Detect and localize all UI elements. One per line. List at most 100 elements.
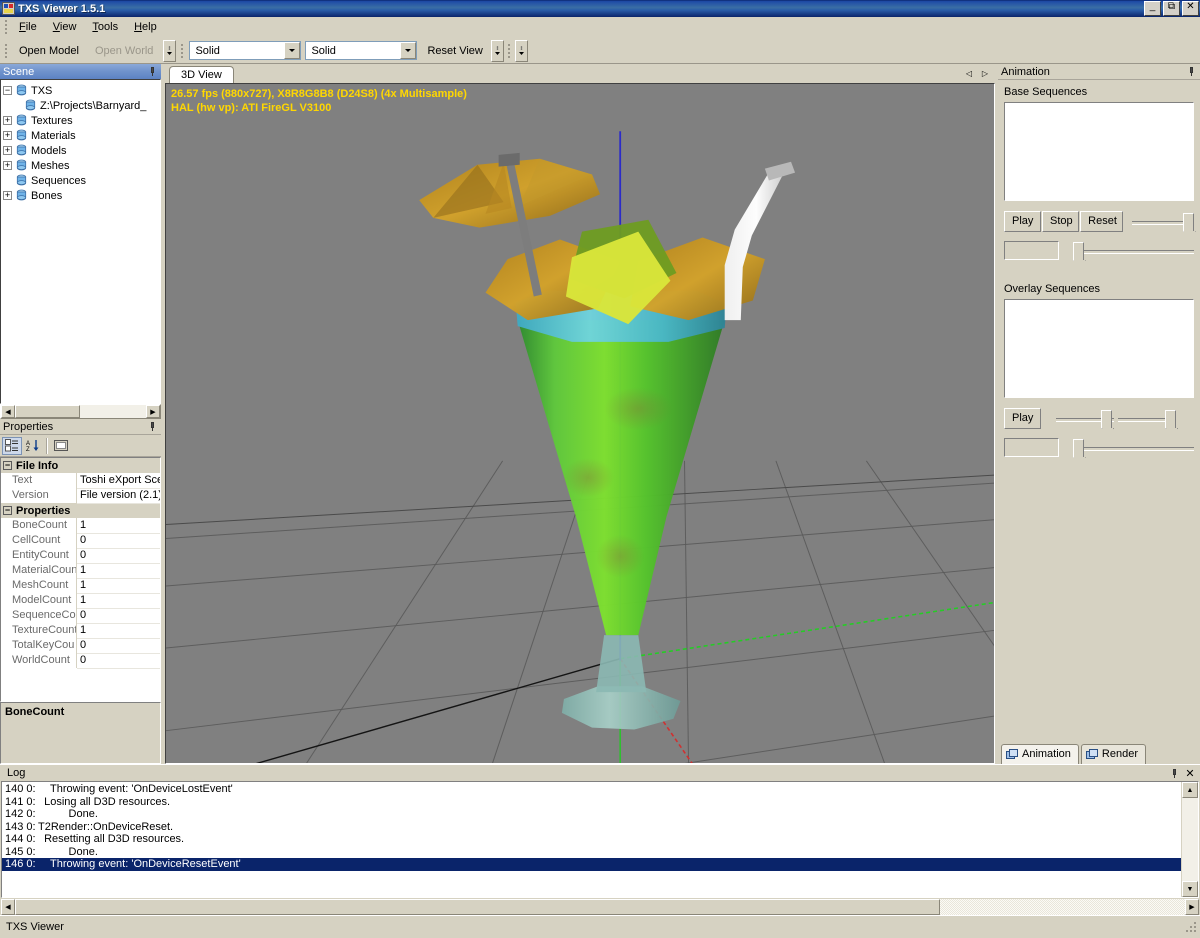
log-line[interactable]: 146 0: Throwing event: 'OnDeviceResetEve…: [2, 858, 1181, 871]
slider-thumb[interactable]: [1183, 213, 1194, 232]
property-pages-icon[interactable]: [51, 437, 71, 455]
property-row[interactable]: TotalKeyCou 0: [1, 638, 160, 654]
scroll-right-icon[interactable]: ▶: [1185, 899, 1199, 915]
render-mode-combo-2[interactable]: Solid: [305, 41, 418, 60]
toolbar-drag-grip-3[interactable]: [506, 43, 513, 59]
property-category-row[interactable]: − File Info: [1, 458, 160, 473]
property-value[interactable]: Toshi eXport Scen: [77, 473, 160, 489]
property-value[interactable]: 1: [77, 623, 160, 639]
scene-tree-node[interactable]: Z:\Projects\Barnyard_: [3, 98, 158, 113]
scrollbar-track[interactable]: [1182, 798, 1198, 881]
property-value[interactable]: 1: [77, 593, 160, 609]
property-value[interactable]: 0: [77, 533, 160, 549]
pin-icon[interactable]: [1169, 768, 1183, 779]
alphabetical-sort-icon[interactable]: A Z: [23, 437, 43, 455]
toolbar-overflow-1[interactable]: [163, 39, 177, 62]
scroll-right-icon[interactable]: ▶: [146, 405, 160, 418]
property-value[interactable]: 0: [77, 608, 160, 624]
category-expander-icon[interactable]: −: [3, 461, 12, 470]
property-row[interactable]: CellCount 0: [1, 533, 160, 549]
tab-prev-icon[interactable]: ◁: [961, 65, 977, 82]
property-category-row[interactable]: − Properties: [1, 503, 160, 518]
base-stop-button[interactable]: Stop: [1042, 211, 1080, 232]
log-line[interactable]: 140 0: Throwing event: 'OnDeviceLostEven…: [2, 783, 1181, 796]
property-row[interactable]: BoneCount 1: [1, 518, 160, 534]
property-value[interactable]: 1: [77, 563, 160, 579]
resize-grip-icon[interactable]: [1184, 920, 1198, 934]
property-value[interactable]: 0: [77, 653, 160, 669]
property-grid[interactable]: −File InfoTextToshi eXport ScenVersionFi…: [0, 457, 161, 702]
log-line-list[interactable]: 140 0: Throwing event: 'OnDeviceLostEven…: [2, 782, 1181, 897]
menu-file[interactable]: File: [11, 19, 45, 35]
pin-icon[interactable]: [147, 421, 158, 432]
open-model-button[interactable]: Open Model: [11, 41, 87, 61]
tab-animation[interactable]: Animation: [1001, 744, 1079, 764]
property-row[interactable]: TextToshi eXport Scen: [1, 473, 160, 489]
close-icon[interactable]: ✕: [1183, 767, 1197, 780]
scene-tree-node[interactable]: Sequences: [3, 173, 158, 188]
property-row[interactable]: SequenceCo 0: [1, 608, 160, 624]
minimize-button[interactable]: _: [1144, 1, 1161, 16]
menu-view[interactable]: View: [45, 19, 85, 35]
scroll-up-icon[interactable]: ▲: [1182, 782, 1198, 798]
scroll-down-icon[interactable]: ▼: [1182, 881, 1198, 897]
property-row[interactable]: Version File version (2.1).: [1, 488, 160, 504]
log-line[interactable]: 144 0: Resetting all D3D resources.: [2, 833, 1181, 846]
property-value[interactable]: 1: [77, 578, 160, 594]
scrollbar-track[interactable]: [15, 405, 146, 418]
property-row[interactable]: WorldCount 0: [1, 653, 160, 669]
overlay-speed-slider-1[interactable]: [1056, 408, 1115, 429]
scene-tree-hscrollbar[interactable]: ◀ ▶: [0, 404, 161, 419]
render-mode-combo-1[interactable]: Solid: [189, 41, 302, 60]
log-line[interactable]: 145 0: Done.: [2, 846, 1181, 859]
property-value[interactable]: File version (2.1).: [77, 488, 160, 504]
scene-tree-node[interactable]: + Meshes: [3, 158, 158, 173]
menu-help[interactable]: Help: [126, 19, 165, 35]
log-vscrollbar[interactable]: ▲ ▼: [1181, 782, 1198, 897]
toolbar-drag-grip-1[interactable]: [2, 43, 9, 59]
log-line[interactable]: 141 0: Losing all D3D resources.: [2, 796, 1181, 809]
log-line[interactable]: 143 0: T2Render::OnDeviceReset.: [2, 821, 1181, 834]
tree-expander-icon[interactable]: +: [3, 131, 12, 140]
tree-expander-icon[interactable]: −: [3, 86, 12, 95]
property-value[interactable]: 0: [77, 548, 160, 564]
tab-render[interactable]: Render: [1080, 744, 1146, 764]
log-line[interactable]: 142 0: Done.: [2, 808, 1181, 821]
overlay-time-slider[interactable]: [1073, 437, 1194, 458]
property-row[interactable]: MeshCount 1: [1, 578, 160, 594]
base-speed-slider[interactable]: [1132, 211, 1194, 232]
base-time-slider[interactable]: [1073, 240, 1194, 261]
menu-drag-grip[interactable]: [2, 19, 9, 35]
tree-expander-icon[interactable]: +: [3, 146, 12, 155]
scroll-left-icon[interactable]: ◀: [1, 899, 15, 915]
property-value[interactable]: 1: [77, 518, 160, 534]
log-hscrollbar[interactable]: ◀ ▶: [1, 899, 1199, 915]
chevron-down-icon[interactable]: [400, 42, 417, 59]
slider-thumb[interactable]: [1073, 439, 1084, 458]
slider-thumb[interactable]: [1073, 242, 1084, 261]
slider-thumb[interactable]: [1101, 410, 1113, 429]
categorized-view-icon[interactable]: [2, 436, 22, 455]
overlay-time-field[interactable]: [1004, 438, 1059, 457]
property-row[interactable]: ModelCount 1: [1, 593, 160, 609]
tab-next-icon[interactable]: ▷: [977, 65, 993, 82]
tree-expander-icon[interactable]: +: [3, 191, 12, 200]
base-play-button[interactable]: Play: [1004, 211, 1041, 232]
maximize-button[interactable]: ⧉: [1163, 1, 1180, 16]
log-body[interactable]: 140 0: Throwing event: 'OnDeviceLostEven…: [1, 781, 1199, 898]
pin-icon[interactable]: [147, 66, 158, 77]
base-sequences-listbox[interactable]: [1004, 102, 1194, 201]
scrollbar-thumb[interactable]: [15, 899, 940, 915]
scene-tree-node[interactable]: − TXS: [3, 83, 158, 98]
scene-tree-node[interactable]: + Materials: [3, 128, 158, 143]
property-row[interactable]: MaterialCoun 1: [1, 563, 160, 579]
scroll-left-icon[interactable]: ◀: [1, 405, 15, 418]
tree-expander-icon[interactable]: +: [3, 161, 12, 170]
scene-tree-node[interactable]: + Models: [3, 143, 158, 158]
chevron-down-icon[interactable]: [284, 42, 301, 59]
toolbar-overflow-2[interactable]: [490, 39, 504, 62]
base-reset-button[interactable]: Reset: [1080, 211, 1123, 232]
scene-tree[interactable]: − TXS Z:\Projects\Barnyard_ + Textures + Mater…: [0, 79, 161, 404]
tab-3d-view[interactable]: 3D View: [169, 66, 234, 83]
menu-tools[interactable]: Tools: [84, 19, 126, 35]
